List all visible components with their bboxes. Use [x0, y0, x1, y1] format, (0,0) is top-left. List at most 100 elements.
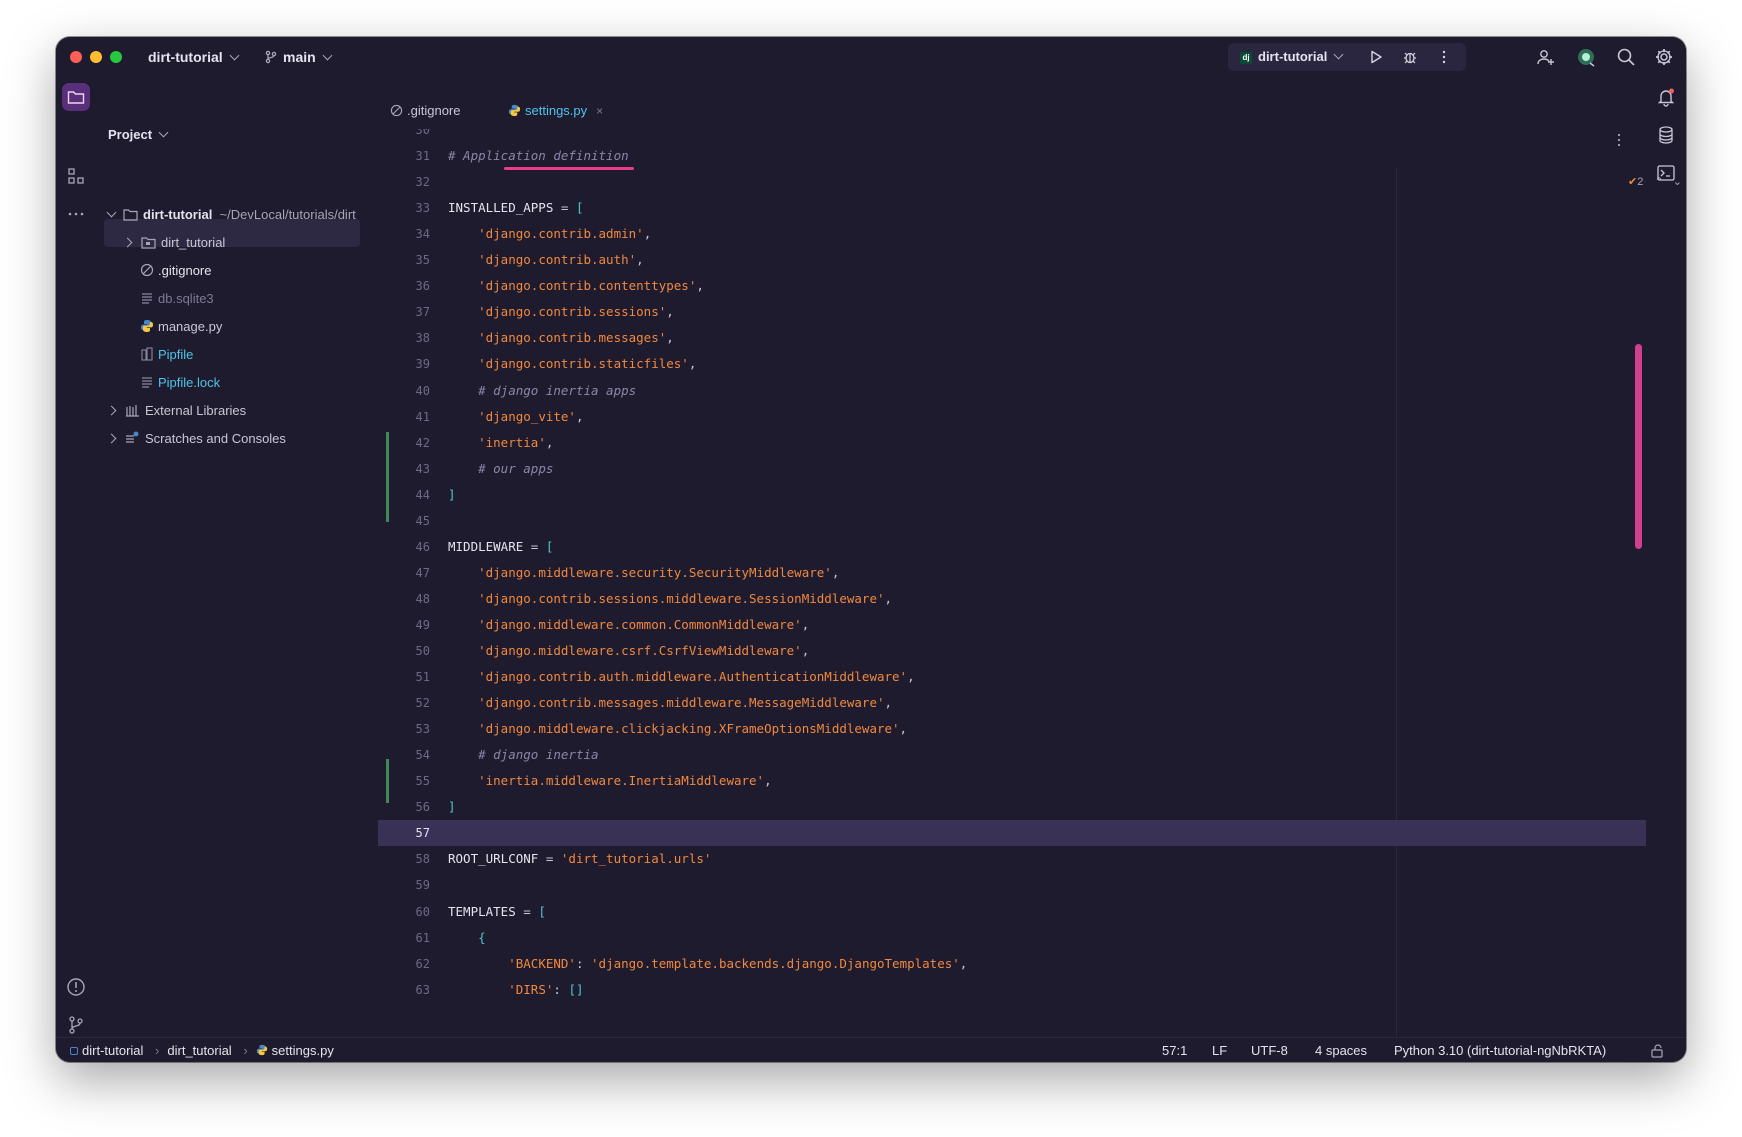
code-line[interactable]: 45: [378, 508, 1646, 534]
line-ending[interactable]: LF: [1212, 1038, 1227, 1062]
search-icon[interactable]: [1616, 47, 1636, 67]
minimize-window-button[interactable]: [90, 51, 102, 63]
tree-item-manage-py[interactable]: manage.py: [140, 313, 222, 341]
code-line[interactable]: 61 {: [378, 925, 1646, 951]
code-line[interactable]: 43 # our apps: [378, 456, 1646, 482]
code-line[interactable]: 37 'django.contrib.sessions',: [378, 299, 1646, 325]
code-line[interactable]: 60 TEMPLATES = [: [378, 899, 1646, 925]
project-switcher[interactable]: dirt-tutorial: [148, 37, 240, 77]
tab-gitignore[interactable]: .gitignore: [390, 77, 460, 127]
project-panel-title[interactable]: Project: [108, 127, 169, 142]
database-icon[interactable]: [1656, 125, 1676, 145]
code-line[interactable]: 33 INSTALLED_APPS = [: [378, 195, 1646, 221]
code-line[interactable]: 40 # django inertia apps: [378, 378, 1646, 404]
terminal-icon[interactable]: [1656, 163, 1676, 183]
python-interpreter[interactable]: Python 3.10 (dirt-tutorial-ngNbRKTA): [1394, 1038, 1606, 1062]
line-number: 57: [415, 826, 430, 841]
problems-icon[interactable]: [66, 977, 86, 997]
code-line[interactable]: 57: [378, 820, 1646, 847]
run-icon[interactable]: [1368, 49, 1384, 65]
tree-item-pipfile[interactable]: Pipfile: [140, 341, 193, 369]
code-line[interactable]: 47 'django.middleware.security.SecurityM…: [378, 560, 1646, 586]
code-line[interactable]: 58 ROOT_URLCONF = 'dirt_tutorial.urls': [378, 846, 1646, 872]
run-config-selector[interactable]: dj dirt-tutorial: [1240, 37, 1344, 77]
vcs-change-marker[interactable]: [386, 759, 389, 803]
tree-item-external-libraries[interactable]: External Libraries: [106, 397, 246, 425]
project-tool-button[interactable]: [62, 83, 90, 111]
tree-item-db-sqlite3[interactable]: db.sqlite3: [140, 285, 214, 313]
file-encoding[interactable]: UTF-8: [1251, 1038, 1288, 1062]
code-line[interactable]: 52 'django.contrib.messages.middleware.M…: [378, 690, 1646, 716]
code-text: 'django.middleware.security.SecurityMidd…: [478, 564, 840, 580]
breadcrumb-item[interactable]: settings.py: [272, 1043, 334, 1058]
chevron-right-icon: [122, 237, 133, 248]
code-line[interactable]: 59: [378, 872, 1646, 898]
code-editor[interactable]: 30 31 # Application definition 32 33 INSTALLE…: [378, 129, 1646, 1002]
tree-item-pipfile-lock[interactable]: Pipfile.lock: [140, 369, 220, 397]
code-line[interactable]: 31 # Application definition: [378, 143, 1646, 169]
code-text: 'django.middleware.clickjacking.XFrameOp…: [478, 721, 908, 737]
code-line[interactable]: 62 'BACKEND': 'django.template.backends.…: [378, 951, 1646, 977]
ide-window: dirt-tutorial main dj dirt-tutorial Proj…: [56, 37, 1686, 1062]
code-line[interactable]: 63 'DIRS': []: [378, 977, 1646, 1002]
caret-position[interactable]: 57:1: [1162, 1038, 1187, 1062]
breadcrumb-item[interactable]: dirt-tutorial: [82, 1043, 143, 1058]
code-line[interactable]: 39 'django.contrib.staticfiles',: [378, 351, 1646, 377]
add-user-icon[interactable]: [1536, 47, 1556, 67]
folder-icon: [123, 209, 138, 221]
breadcrumb-item[interactable]: dirt_tutorial: [167, 1043, 231, 1058]
code-line[interactable]: 42 'inertia',: [378, 430, 1646, 456]
code-line[interactable]: 49 'django.middleware.common.CommonMiddl…: [378, 612, 1646, 638]
vcs-change-marker[interactable]: [386, 432, 389, 522]
code-line[interactable]: 34 'django.contrib.admin',: [378, 221, 1646, 247]
code-line[interactable]: 56]: [378, 794, 1646, 820]
code-line[interactable]: 48 'django.contrib.sessions.middleware.S…: [378, 586, 1646, 612]
tree-item-scratches[interactable]: Scratches and Consoles: [106, 425, 286, 453]
code-text: 'DIRS': []: [508, 981, 584, 997]
code-line[interactable]: 35 'django.contrib.auth',: [378, 247, 1646, 273]
settings-gear-icon[interactable]: [1654, 47, 1674, 67]
close-window-button[interactable]: [70, 51, 82, 63]
right-tool-strip: [1646, 77, 1686, 1042]
code-line[interactable]: 44]: [378, 482, 1646, 508]
code-line[interactable]: 32: [378, 169, 1646, 195]
python-icon: [256, 1044, 267, 1056]
left-tool-strip: [56, 77, 96, 1042]
code-with-me-icon[interactable]: [1576, 47, 1596, 67]
code-line[interactable]: 51 'django.contrib.auth.middleware.Authe…: [378, 664, 1646, 690]
line-number: 63: [415, 982, 430, 997]
code-line[interactable]: 30: [378, 129, 1646, 143]
code-line[interactable]: 36 'django.contrib.contenttypes',: [378, 273, 1646, 299]
debug-icon[interactable]: [1402, 49, 1418, 65]
more-horizontal-icon[interactable]: [67, 205, 85, 223]
editor-scrollbar[interactable]: [1635, 344, 1642, 549]
more-vertical-icon[interactable]: [1436, 49, 1452, 65]
module-icon: [70, 1047, 78, 1055]
code-text: # django inertia: [478, 747, 599, 763]
code-line[interactable]: 41 'django_vite',: [378, 404, 1646, 430]
line-number: 50: [415, 644, 430, 658]
code-line[interactable]: 54 # django inertia: [378, 742, 1646, 768]
code-line[interactable]: 46 MIDDLEWARE = [: [378, 534, 1646, 560]
code-line[interactable]: 38 'django.contrib.messages',: [378, 325, 1646, 351]
notifications-bell-icon[interactable]: [1656, 87, 1676, 107]
project-panel-title-label: Project: [108, 127, 153, 142]
indent-setting[interactable]: 4 spaces: [1315, 1038, 1367, 1062]
zoom-window-button[interactable]: [110, 51, 122, 63]
tree-item-root[interactable]: dirt-tutorial ~/DevLocal/tutorials/dirt: [106, 201, 356, 229]
tree-item-gitignore[interactable]: .gitignore: [140, 257, 211, 285]
structure-icon[interactable]: [67, 167, 85, 185]
close-tab-icon[interactable]: ×: [596, 104, 603, 118]
code-line[interactable]: 53 'django.middleware.clickjacking.XFram…: [378, 716, 1646, 742]
chevron-down-icon: [229, 50, 240, 61]
code-line[interactable]: 50 'django.middleware.csrf.CsrfViewMiddl…: [378, 638, 1646, 664]
tree-item-dirt-tutorial[interactable]: dirt_tutorial: [122, 229, 225, 257]
code-line[interactable]: 55 'inertia.middleware.InertiaMiddleware…: [378, 768, 1646, 794]
folder-icon: [141, 237, 156, 249]
tab-settings-py[interactable]: settings.py ×: [508, 77, 603, 127]
line-number: 39: [415, 357, 430, 372]
python-icon: [141, 320, 153, 332]
git-icon[interactable]: [66, 1015, 86, 1035]
branch-switcher[interactable]: main: [264, 37, 333, 77]
unlock-icon[interactable]: [1650, 1044, 1664, 1058]
